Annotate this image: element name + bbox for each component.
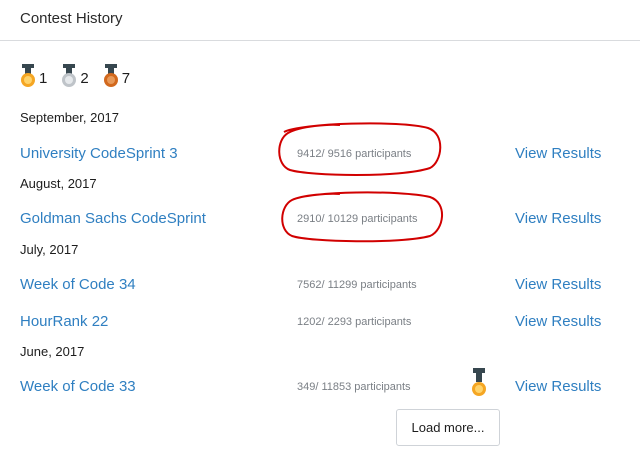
view-results-link[interactable]: View Results: [515, 313, 601, 330]
contest-link[interactable]: Goldman Sachs CodeSprint: [20, 210, 206, 227]
contest-row: Week of Code 33 349/ 11853 participants …: [0, 368, 640, 400]
contest-link[interactable]: University CodeSprint 3: [20, 145, 178, 162]
silver-medal-icon: [62, 64, 77, 87]
month-heading: September, 2017: [20, 110, 120, 125]
medal-summary: 1 2 7: [20, 58, 144, 88]
bronze-medal-icon: [103, 64, 118, 87]
bronze-medal-icon: [472, 368, 486, 396]
contest-link[interactable]: HourRank 22: [20, 313, 108, 330]
bronze-medal-count: 7: [121, 70, 131, 87]
header-divider: [0, 40, 640, 41]
medal-group-silver: 2: [61, 64, 89, 88]
participants-count: 349/ 11853 participants: [297, 381, 411, 393]
silver-medal-count: 2: [80, 70, 89, 87]
view-results-link[interactable]: View Results: [515, 145, 601, 162]
contest-row: University CodeSprint 3 9412/ 9516 parti…: [0, 145, 640, 167]
participants-count: 2910/ 10129 participants: [297, 213, 418, 225]
contest-row: HourRank 22 1202/ 2293 participants View…: [0, 313, 640, 335]
contest-row: Week of Code 34 7562/ 11299 participants…: [0, 276, 640, 298]
contest-row: Goldman Sachs CodeSprint 2910/ 10129 par…: [0, 210, 640, 232]
participants-count: 7562/ 11299 participants: [297, 279, 417, 291]
participants-count: 1202/ 2293 participants: [297, 316, 412, 328]
month-heading: June, 2017: [20, 344, 85, 359]
page-title: Contest History: [20, 10, 123, 27]
medal-group-gold: 1: [20, 64, 47, 88]
participants-count: 9412/ 9516 participants: [297, 148, 412, 160]
view-results-link[interactable]: View Results: [515, 210, 601, 227]
month-heading: August, 2017: [20, 176, 97, 191]
view-results-link[interactable]: View Results: [515, 378, 601, 395]
view-results-link[interactable]: View Results: [515, 276, 601, 293]
medal-group-bronze: 7: [103, 64, 130, 88]
gold-medal-count: 1: [39, 70, 48, 87]
contest-link[interactable]: Week of Code 33: [20, 378, 136, 395]
contest-link[interactable]: Week of Code 34: [20, 276, 136, 293]
load-more-button[interactable]: Load more...: [396, 409, 500, 446]
gold-medal-icon: [21, 64, 35, 87]
month-heading: July, 2017: [20, 242, 79, 257]
